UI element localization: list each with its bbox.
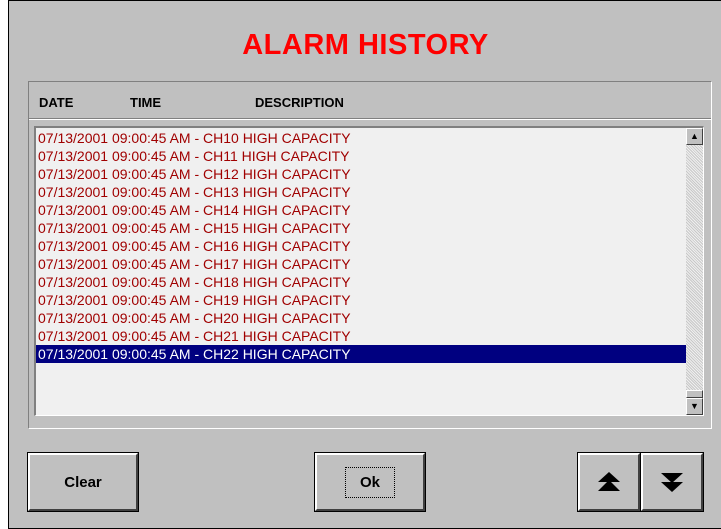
alarm-history-window: ALARM HISTORY DATE TIME DESCRIPTION 07/1… xyxy=(8,0,721,529)
ok-button[interactable]: Ok xyxy=(314,452,426,512)
alarm-list-item[interactable]: 07/13/2001 09:00:45 AM - CH14 HIGH CAPAC… xyxy=(36,201,689,219)
alarm-list-item[interactable]: 07/13/2001 09:00:45 AM - CH15 HIGH CAPAC… xyxy=(36,219,689,237)
alarm-list-item[interactable]: 07/13/2001 09:00:45 AM - CH19 HIGH CAPAC… xyxy=(36,291,689,309)
ok-button-label: Ok xyxy=(344,466,395,498)
vertical-scrollbar[interactable]: ▲ ▼ xyxy=(686,128,703,415)
scrollbar-thumb[interactable] xyxy=(686,390,703,398)
window-title: ALARM HISTORY xyxy=(242,29,489,61)
clear-button[interactable]: Clear xyxy=(27,452,139,512)
page-down-button[interactable] xyxy=(640,452,704,512)
alarm-list: 07/13/2001 09:00:45 AM - CH10 HIGH CAPAC… xyxy=(36,129,689,363)
alarm-list-item[interactable]: 07/13/2001 09:00:45 AM - CH17 HIGH CAPAC… xyxy=(36,255,689,273)
scroll-down-arrow-icon[interactable]: ▼ xyxy=(686,398,703,415)
alarm-list-item[interactable]: 07/13/2001 09:00:45 AM - CH11 HIGH CAPAC… xyxy=(36,147,689,165)
alarm-list-item[interactable]: 07/13/2001 09:00:45 AM - CH20 HIGH CAPAC… xyxy=(36,309,689,327)
column-header-time: TIME xyxy=(130,95,162,110)
column-header-description: DESCRIPTION xyxy=(255,95,344,110)
alarm-list-item[interactable]: 07/13/2001 09:00:45 AM - CH10 HIGH CAPAC… xyxy=(36,129,689,147)
column-header: DATE TIME DESCRIPTION xyxy=(29,82,711,119)
scroll-up-arrow-icon[interactable]: ▲ xyxy=(686,128,703,145)
alarm-list-item[interactable]: 07/13/2001 09:00:45 AM - CH13 HIGH CAPAC… xyxy=(36,183,689,201)
alarm-listbox[interactable]: 07/13/2001 09:00:45 AM - CH10 HIGH CAPAC… xyxy=(34,126,704,416)
alarm-panel: DATE TIME DESCRIPTION 07/13/2001 09:00:4… xyxy=(28,81,712,429)
alarm-list-item[interactable]: 07/13/2001 09:00:45 AM - CH12 HIGH CAPAC… xyxy=(36,165,689,183)
alarm-list-item[interactable]: 07/13/2001 09:00:45 AM - CH16 HIGH CAPAC… xyxy=(36,237,689,255)
column-header-date: DATE xyxy=(39,95,74,110)
alarm-list-item[interactable]: 07/13/2001 09:00:45 AM - CH22 HIGH CAPAC… xyxy=(36,345,689,363)
alarm-list-item[interactable]: 07/13/2001 09:00:45 AM - CH21 HIGH CAPAC… xyxy=(36,327,689,345)
alarm-list-item[interactable]: 07/13/2001 09:00:45 AM - CH18 HIGH CAPAC… xyxy=(36,273,689,291)
page-up-button[interactable] xyxy=(577,452,641,512)
double-down-arrow-icon xyxy=(661,473,683,492)
double-up-arrow-icon xyxy=(598,472,620,491)
clear-button-label: Clear xyxy=(64,473,102,491)
